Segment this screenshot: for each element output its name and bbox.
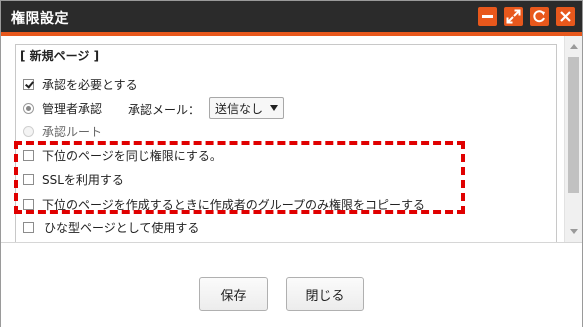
permission-settings-dialog: 権限設定 [ 新規ページ ] 承認を必要とする 管理者承認 承認メール： 送信な… bbox=[0, 0, 583, 327]
approval-route-radio[interactable] bbox=[23, 125, 34, 137]
title-bar[interactable]: 権限設定 bbox=[1, 1, 582, 32]
require-approval-checkbox[interactable] bbox=[23, 78, 34, 90]
save-button[interactable]: 保存 bbox=[199, 277, 268, 311]
require-approval-label: 承認を必要とする bbox=[42, 77, 138, 92]
approval-mail-label: 承認メール： bbox=[128, 103, 201, 117]
approval-mail-value: 送信なし bbox=[215, 101, 264, 116]
minimize-button[interactable] bbox=[478, 7, 497, 26]
chevron-down-icon bbox=[270, 105, 278, 111]
vertical-scrollbar[interactable] bbox=[564, 36, 582, 242]
refresh-icon bbox=[533, 10, 545, 23]
scrollbar-thumb[interactable] bbox=[568, 57, 579, 193]
approval-route-label: 承認ルート bbox=[42, 124, 103, 139]
admin-approval-row[interactable]: 管理者承認 bbox=[23, 99, 102, 117]
dialog-title: 権限設定 bbox=[11, 11, 69, 27]
section-label: [ 新規ページ ] bbox=[18, 47, 102, 64]
refresh-button[interactable] bbox=[530, 7, 549, 26]
scroll-down-icon[interactable] bbox=[570, 229, 578, 234]
use-as-template-row[interactable]: ひな型ページとして使用する bbox=[23, 218, 199, 236]
close-button[interactable] bbox=[556, 7, 575, 26]
minimize-icon bbox=[482, 15, 493, 18]
require-approval-row[interactable]: 承認を必要とする bbox=[23, 75, 138, 93]
highlight-annotation bbox=[14, 141, 465, 214]
admin-approval-label: 管理者承認 bbox=[42, 101, 103, 116]
scroll-up-icon[interactable] bbox=[570, 44, 578, 49]
approval-mail-select[interactable]: 送信なし bbox=[209, 97, 284, 119]
approval-route-row[interactable]: 承認ルート bbox=[23, 122, 102, 140]
close-dialog-button[interactable]: 閉じる bbox=[286, 277, 364, 311]
close-icon bbox=[560, 11, 571, 22]
maximize-button[interactable] bbox=[504, 7, 523, 26]
use-as-template-checkbox[interactable] bbox=[23, 221, 34, 233]
use-as-template-label: ひな型ページとして使用する bbox=[44, 220, 200, 235]
dialog-footer: 保存 閉じる bbox=[1, 242, 582, 327]
admin-approval-radio[interactable] bbox=[23, 102, 34, 114]
maximize-icon bbox=[506, 9, 521, 24]
